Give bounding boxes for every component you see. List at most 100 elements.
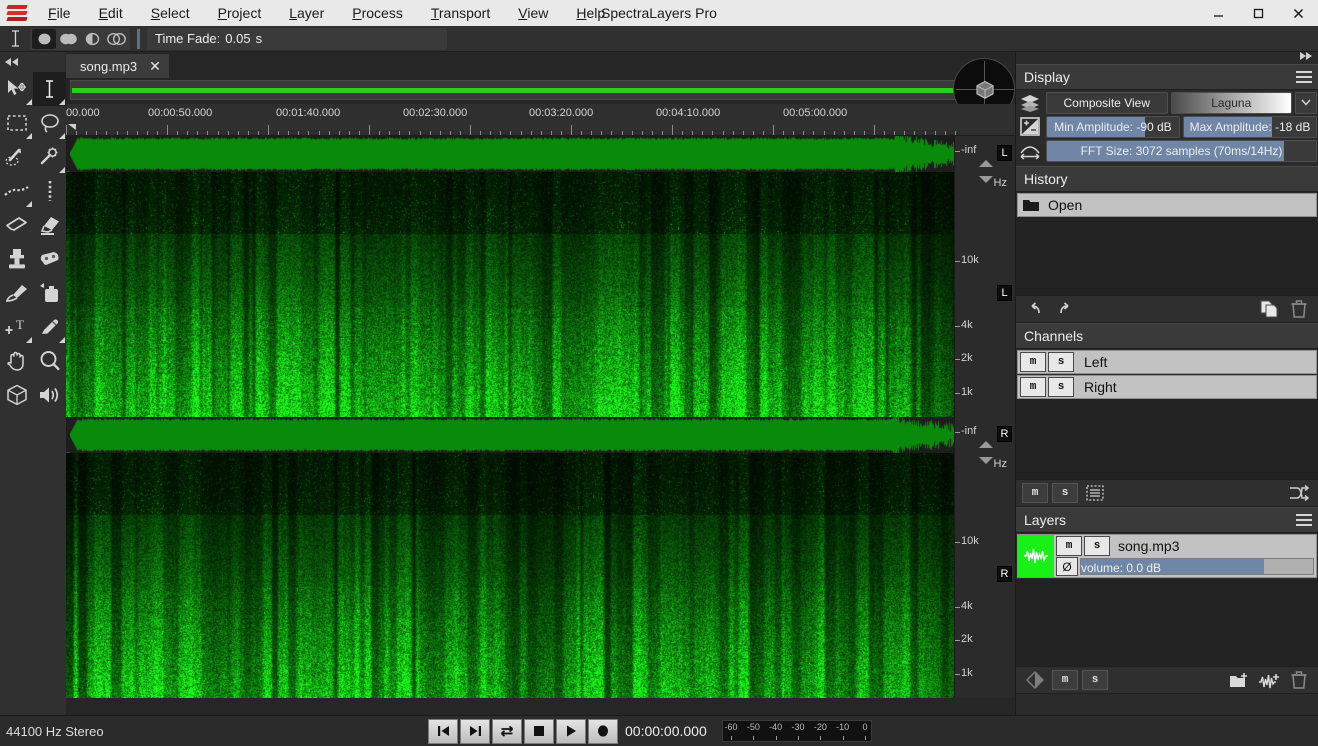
channel-mute-button-left[interactable]: m — [1020, 352, 1046, 372]
channel-solo-button-left[interactable]: s — [1048, 352, 1074, 372]
magic-wand-select-tool[interactable] — [0, 140, 33, 174]
cube-3d-icon — [975, 80, 995, 105]
trash-icon[interactable] — [1286, 299, 1312, 319]
composite-view-button[interactable]: Composite View — [1046, 91, 1168, 114]
time-ruler[interactable]: 00.000 00:00:50.000 00:01:40.000 00:02:30.0… — [66, 104, 1015, 136]
layers-mute-all-button[interactable]: m — [1052, 670, 1078, 690]
spectrogram-left[interactable]: Hz 10k 4k 2k 1k L — [66, 172, 1015, 417]
text-tool[interactable]: T — [0, 310, 33, 344]
blob-solid-icon[interactable] — [32, 28, 56, 49]
menu-item-edit[interactable]: Edit — [85, 0, 137, 26]
chevron-down-icon[interactable] — [1295, 91, 1317, 114]
max-amplitude-slider[interactable]: Max Amplitude: -18 dB — [1183, 115, 1317, 138]
channel-mute-button-right[interactable]: m — [1020, 377, 1046, 397]
hz-unit-label-left: Hz — [993, 177, 1007, 189]
lasso-tool[interactable] — [33, 106, 66, 140]
channel-route-icon[interactable] — [1286, 483, 1312, 503]
document-tab-song[interactable]: song.mp3 ✕ — [66, 54, 169, 78]
scroll-down-arrow-right[interactable] — [979, 457, 993, 464]
healing-tool[interactable] — [33, 242, 66, 276]
menu-item-project[interactable]: Project — [204, 0, 276, 26]
highlighter-tool[interactable] — [33, 208, 66, 242]
scroll-up-arrow-right[interactable] — [979, 441, 993, 448]
select-all-icon[interactable] — [1082, 483, 1108, 503]
channels-solo-all-button[interactable]: s — [1052, 483, 1078, 503]
options-bar: Time Fade: 0.05 s — [0, 26, 1318, 52]
hand-tool[interactable] — [0, 344, 33, 378]
add-waveform-icon[interactable] — [1256, 670, 1282, 690]
channel-solo-button-right[interactable]: s — [1048, 377, 1074, 397]
time-fade-field[interactable]: Time Fade: 0.05 s — [147, 27, 447, 50]
history-item-open[interactable]: Open — [1017, 193, 1317, 217]
close-icon[interactable]: ✕ — [149, 59, 161, 73]
new-folder-icon[interactable] — [1226, 670, 1252, 690]
layer-volume-slider[interactable]: volume: 0.0 dB — [1080, 558, 1314, 576]
loop-button[interactable] — [492, 718, 522, 744]
dock-collapse-icon[interactable] — [1298, 50, 1314, 64]
waveform-strip-right[interactable]: -inf R — [66, 417, 1015, 453]
min-amplitude-slider[interactable]: Min Amplitude: -90 dB — [1046, 115, 1180, 138]
layer-mute-button[interactable]: m — [1056, 535, 1082, 556]
app-logo-icon — [0, 0, 34, 26]
speaker-tool[interactable] — [33, 378, 66, 412]
waveform-strip-left[interactable]: -inf L — [66, 136, 1015, 172]
play-button[interactable] — [556, 718, 586, 744]
spectrogram-right[interactable]: Hz 10k 4k 2k 1k R — [66, 453, 1015, 698]
minimize-button[interactable] — [1198, 0, 1238, 26]
display-panel-title: Display — [1024, 69, 1070, 85]
menu-item-help[interactable]: Help — [562, 0, 619, 26]
zoom-tool[interactable] — [33, 344, 66, 378]
menu-item-transport[interactable]: Transport — [417, 0, 504, 26]
colormap-select[interactable]: Laguna — [1170, 91, 1292, 114]
blob-double-icon[interactable] — [56, 29, 80, 49]
maximize-button[interactable] — [1238, 0, 1278, 26]
scroll-up-arrow-left[interactable] — [979, 160, 993, 167]
toolbox-collapse-icon[interactable] — [0, 52, 66, 72]
layer-solo-button[interactable]: s — [1084, 535, 1110, 556]
spray-can-tool[interactable] — [33, 276, 66, 310]
blob-half-icon[interactable] — [80, 29, 104, 49]
redo-icon[interactable] — [1052, 299, 1078, 319]
blob-outline-icon[interactable] — [104, 29, 128, 49]
cube-3d-tool[interactable] — [0, 378, 33, 412]
magic-wand-tool[interactable] — [33, 140, 66, 174]
stop-button[interactable] — [524, 718, 554, 744]
eyedropper-tool[interactable] — [33, 310, 66, 344]
channel-row-left[interactable]: m s Left — [1017, 350, 1317, 374]
menu-item-process[interactable]: Process — [338, 0, 417, 26]
ruler-tick — [520, 131, 522, 135]
fft-size-slider[interactable]: FFT Size: 3072 samples (70ms/14Hz) — [1046, 139, 1317, 162]
menu-item-view[interactable]: View — [504, 0, 562, 26]
go-to-start-button[interactable] — [428, 718, 458, 744]
go-to-end-button[interactable] — [460, 718, 490, 744]
menu-item-select[interactable]: Select — [137, 0, 204, 26]
close-button[interactable] — [1278, 0, 1318, 26]
project-overview-bar[interactable] — [70, 80, 958, 100]
layers-solo-all-button[interactable]: s — [1082, 670, 1108, 690]
phase-invert-button[interactable]: Ø — [1056, 557, 1078, 577]
channels-mute-all-button[interactable]: m — [1022, 483, 1048, 503]
hamburger-icon[interactable] — [1296, 71, 1312, 83]
frequency-label-2: 2k — [955, 633, 973, 645]
undo-icon[interactable] — [1022, 299, 1048, 319]
trash-icon[interactable] — [1286, 670, 1312, 690]
blend-mode-icon[interactable] — [1022, 670, 1048, 690]
menu-item-file[interactable]: FFileile — [34, 0, 85, 26]
ruler-tick — [298, 131, 300, 135]
record-button[interactable] — [588, 718, 618, 744]
rectangular-marquee-tool[interactable] — [0, 106, 33, 140]
channel-row-right[interactable]: m s Right — [1017, 375, 1317, 399]
vertical-dotted-tool[interactable] — [33, 174, 66, 208]
playhead-marker[interactable] — [68, 124, 76, 130]
frequency-trace-tool[interactable] — [0, 174, 33, 208]
move-tool[interactable] — [0, 72, 33, 106]
text-selection-tool[interactable] — [33, 72, 66, 106]
menu-item-layer[interactable]: Layer — [275, 0, 338, 26]
duplicate-icon[interactable] — [1256, 299, 1282, 319]
clone-stamp-tool[interactable] — [0, 242, 33, 276]
paintbrush-tool[interactable] — [0, 276, 33, 310]
hamburger-icon[interactable] — [1296, 514, 1312, 526]
layer-row-song[interactable]: m s song.mp3 Ø volume: 0.0 dB — [1017, 534, 1317, 578]
scroll-down-arrow-left[interactable] — [979, 176, 993, 183]
eraser-tool[interactable] — [0, 208, 33, 242]
